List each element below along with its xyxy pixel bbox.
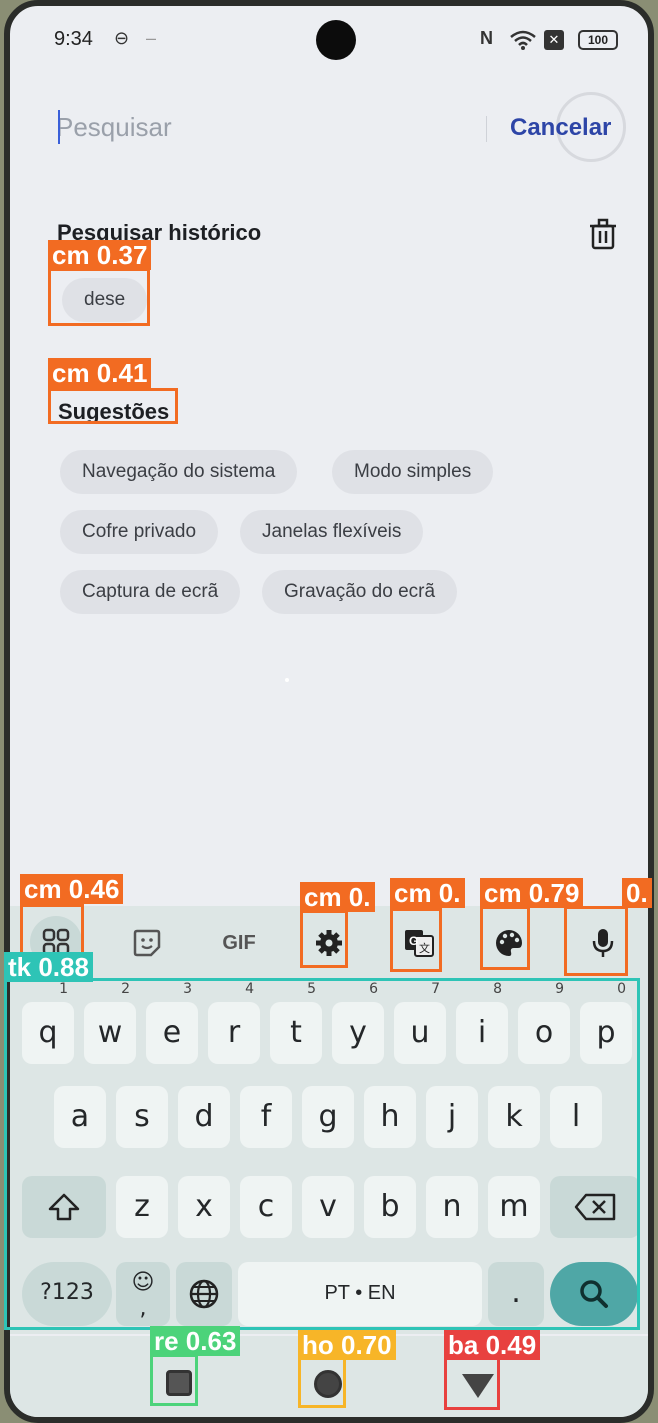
annotation-label: cm 0. — [300, 882, 375, 912]
annotation-box — [48, 388, 178, 424]
sticker-icon[interactable] — [124, 920, 170, 966]
annotation-label: 0. — [622, 878, 652, 908]
annotation-label: re 0.63 — [150, 1326, 241, 1356]
annotation-label: cm 0.46 — [20, 874, 124, 904]
annotation-box — [480, 906, 530, 970]
trash-icon[interactable] — [588, 218, 618, 250]
battery-indicator: 100 — [578, 30, 618, 50]
suggestion-chip[interactable]: Modo simples — [332, 450, 494, 494]
annotation-label: cm 0. — [390, 878, 465, 908]
suggestion-chip[interactable]: Janelas flexíveis — [240, 510, 424, 554]
dash-icon: – — [146, 28, 157, 48]
annotation-box — [300, 910, 348, 968]
annotation-box — [298, 1356, 346, 1408]
annotation-box — [48, 268, 150, 326]
annotation-label: cm 0.37 — [48, 240, 152, 270]
status-bar: 9:34 ⊖ – N ✕ 100 — [10, 6, 648, 76]
touch-dot — [285, 678, 289, 682]
cancel-button[interactable]: Cancelar — [510, 114, 611, 142]
annotation-label: ba 0.49 — [444, 1330, 541, 1360]
status-time: 9:34 — [54, 28, 93, 50]
annotation-label: cm 0.41 — [48, 358, 152, 388]
annotation-box — [4, 978, 640, 1330]
search-input[interactable] — [56, 102, 476, 152]
annotation-label: cm 0.79 — [480, 878, 584, 908]
annotation-label: tk 0.88 — [4, 952, 93, 982]
text-caret — [58, 110, 60, 144]
annotation-box — [444, 1356, 500, 1410]
gif-button[interactable]: GIF — [216, 920, 262, 966]
annotation-box — [150, 1354, 198, 1406]
suggestion-chip[interactable]: Navegação do sistema — [60, 450, 298, 494]
vpn-icon: ⊖ — [114, 28, 130, 48]
wifi-icon — [510, 30, 536, 50]
annotation-box — [564, 906, 628, 976]
suggestion-chip[interactable]: Captura de ecrã — [60, 570, 241, 614]
nfc-icon: N — [480, 28, 493, 48]
annotation-box — [390, 908, 442, 972]
suggestion-chip[interactable]: Cofre privado — [60, 510, 219, 554]
search-divider — [486, 116, 487, 142]
front-camera — [316, 20, 356, 60]
signal-off-icon: ✕ — [544, 30, 564, 50]
suggestion-chip[interactable]: Gravação do ecrã — [262, 570, 458, 614]
annotation-label: ho 0.70 — [298, 1330, 396, 1360]
